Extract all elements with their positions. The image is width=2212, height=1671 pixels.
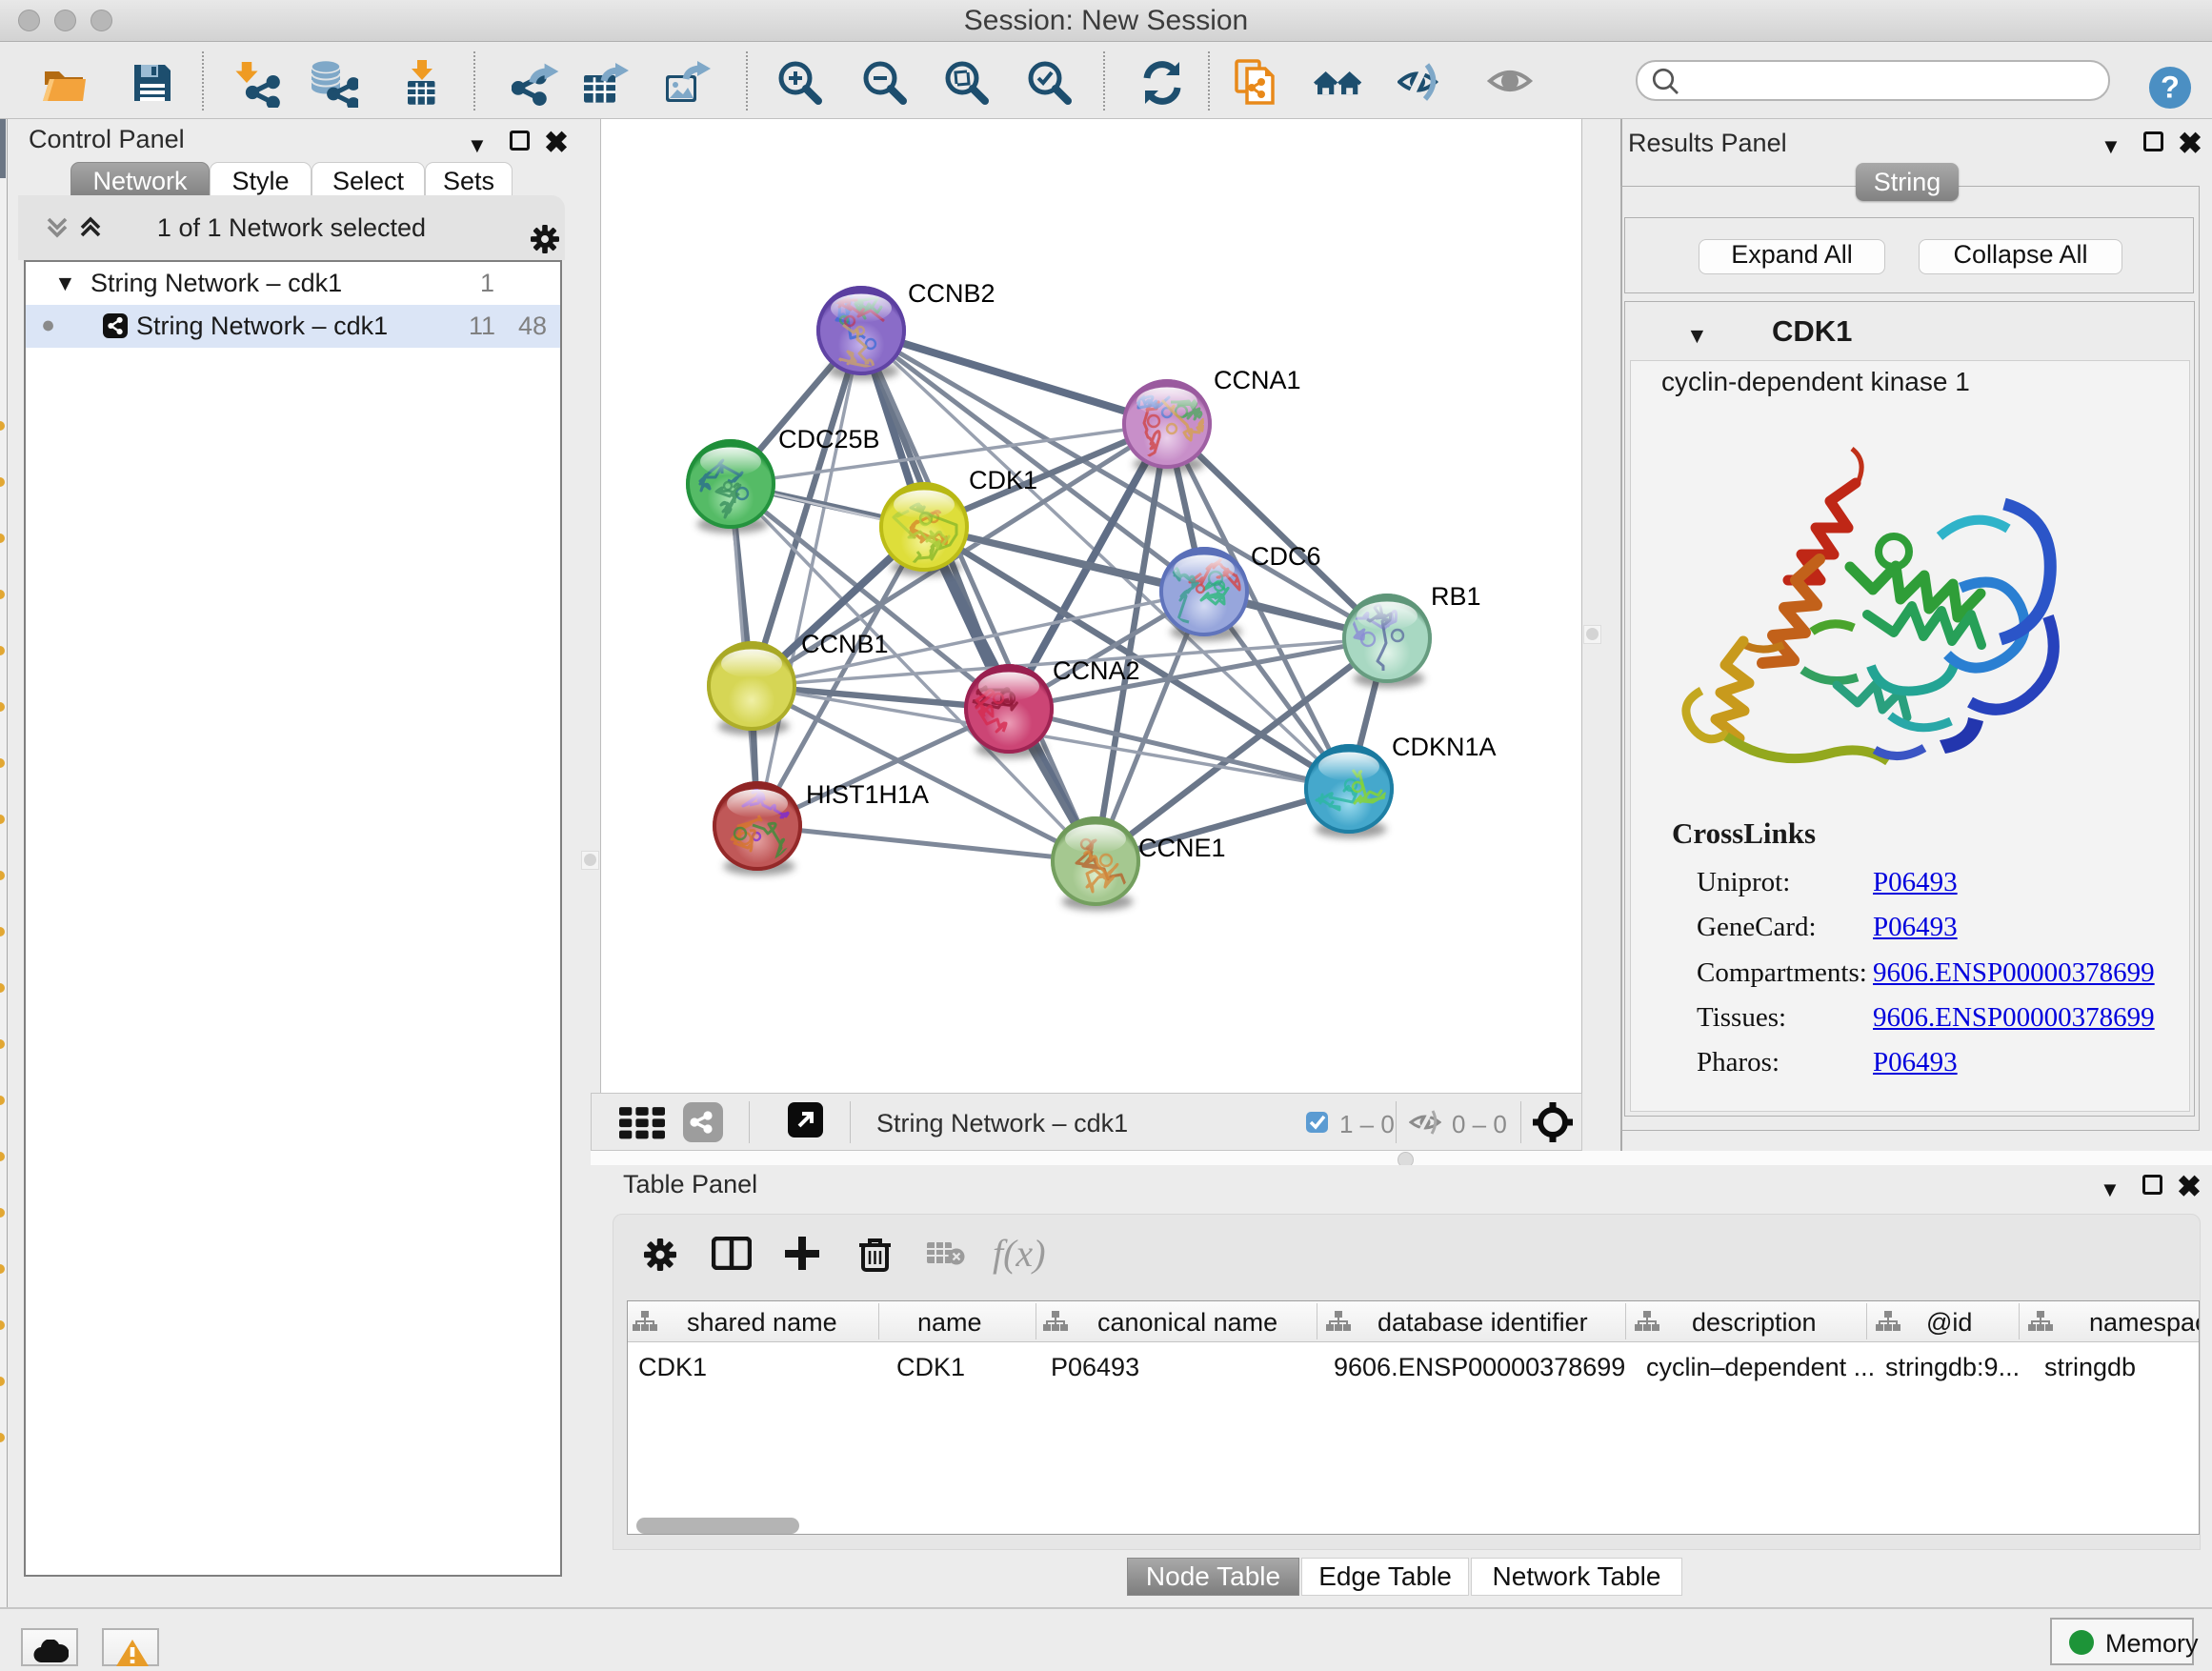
svg-text:CCNB2: CCNB2	[908, 279, 995, 308]
svg-text:CDC6: CDC6	[1251, 542, 1321, 571]
svg-text:RB1: RB1	[1431, 582, 1481, 611]
svg-text:?: ?	[2161, 70, 2180, 105]
svg-text:CCNA2: CCNA2	[1053, 656, 1140, 685]
svg-text:HIST1H1A: HIST1H1A	[806, 780, 929, 809]
svg-text:CDC25B: CDC25B	[778, 425, 880, 453]
svg-text:CCNE1: CCNE1	[1138, 834, 1226, 862]
svg-text:CCNB1: CCNB1	[801, 630, 889, 658]
svg-text:CDKN1A: CDKN1A	[1392, 733, 1497, 761]
svg-text:CDK1: CDK1	[969, 466, 1037, 494]
svg-text:CCNA1: CCNA1	[1214, 366, 1301, 394]
